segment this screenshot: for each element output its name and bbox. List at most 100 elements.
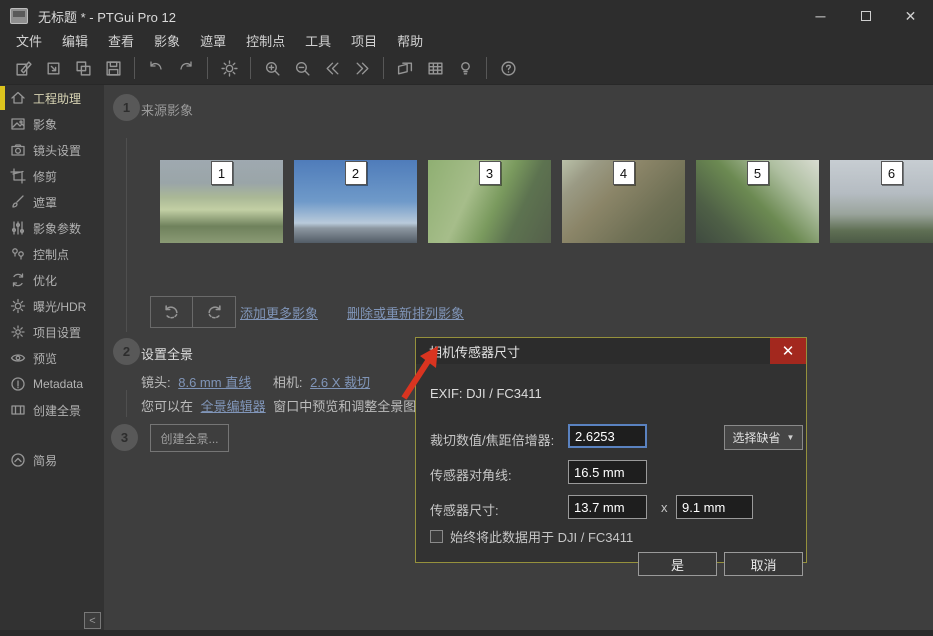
lens-label: 镜头: xyxy=(141,375,171,390)
sidebar-item-mask[interactable]: 遮罩 xyxy=(0,189,104,215)
zoom-in-icon[interactable] xyxy=(257,55,287,81)
detail-viewer-icon[interactable] xyxy=(420,55,450,81)
always-use-checkbox[interactable] xyxy=(430,530,443,543)
settings-icon[interactable] xyxy=(214,55,244,81)
sidebar: 工程助理 影象 镜头设置 修剪 遮罩 影象参数 控制点 优化 曝光/HDR 项目… xyxy=(0,85,104,630)
crop-factor-input[interactable] xyxy=(568,424,647,448)
sidebar-item-project-assistant[interactable]: 工程助理 xyxy=(0,85,104,111)
sidebar-item-simple-mode[interactable]: 简易 xyxy=(0,447,104,473)
menu-control-points[interactable]: 控制点 xyxy=(236,32,295,52)
sidebar-item-image-parameters[interactable]: 影象参数 xyxy=(0,215,104,241)
camera-crop-link[interactable]: 2.6 X 裁切 xyxy=(310,375,370,390)
sidebar-item-preview[interactable]: 预览 xyxy=(0,345,104,371)
sidebar-item-label: 影象 xyxy=(33,116,57,133)
dialog-titlebar[interactable]: 相机传感器尺寸 ✕ xyxy=(416,338,806,364)
lens-link[interactable]: 8.6 mm 直线 xyxy=(178,375,251,390)
sidebar-item-lens-settings[interactable]: 镜头设置 xyxy=(0,137,104,163)
sidebar-item-create-panorama[interactable]: 创建全景 xyxy=(0,397,104,423)
camera-sensor-size-dialog: 相机传感器尺寸 ✕ EXIF: DJI / FC3411 裁切数值/焦距倍增器:… xyxy=(415,337,807,563)
thumbnail-4[interactable]: 4 xyxy=(562,160,685,243)
sensor-height-input[interactable] xyxy=(676,495,753,519)
step-connector xyxy=(126,390,127,417)
menu-help[interactable]: 帮助 xyxy=(387,32,433,52)
thumbnail-number-badge: 4 xyxy=(613,161,635,185)
step3-number: 3 xyxy=(111,424,138,451)
crop-factor-label: 裁切数值/焦距倍增器: xyxy=(430,430,554,449)
sidebar-item-control-points[interactable]: 控制点 xyxy=(0,241,104,267)
open-icon[interactable] xyxy=(38,55,68,81)
red-annotation-arrow xyxy=(396,344,446,404)
step1-number: 1 xyxy=(113,94,140,121)
menubar: 文件 编辑 查看 影象 遮罩 控制点 工具 项目 帮助 xyxy=(0,32,933,52)
rotate-ccw-button[interactable] xyxy=(150,296,193,328)
sidebar-item-label: Metadata xyxy=(33,377,83,391)
yes-button[interactable]: 是 xyxy=(638,552,717,576)
sidebar-item-crop[interactable]: 修剪 xyxy=(0,163,104,189)
sidebar-item-label: 优化 xyxy=(33,272,57,289)
panorama-editor-link[interactable]: 全景编辑器 xyxy=(201,399,266,414)
menu-file[interactable]: 文件 xyxy=(6,32,52,52)
rotate-ccw-icon xyxy=(162,303,181,322)
menu-project[interactable]: 项目 xyxy=(341,32,387,52)
crop-icon xyxy=(10,168,26,184)
step1-title: 来源影象 xyxy=(141,100,193,119)
thumbnail-1[interactable]: 1 xyxy=(160,160,283,243)
previous-icon[interactable] xyxy=(317,55,347,81)
maximize-icon xyxy=(861,11,871,21)
remove-rearrange-images-link[interactable]: 删除或重新排列影象 xyxy=(347,303,464,322)
step-connector xyxy=(126,138,127,332)
new-project-icon[interactable] xyxy=(8,55,38,81)
menu-view[interactable]: 查看 xyxy=(98,32,144,52)
menu-mask[interactable]: 遮罩 xyxy=(190,32,236,52)
next-icon[interactable] xyxy=(347,55,377,81)
thumbnail-number-badge: 1 xyxy=(211,161,233,185)
sensor-diagonal-input[interactable] xyxy=(568,460,647,484)
sidebar-item-exposure-hdr[interactable]: 曝光/HDR xyxy=(0,293,104,319)
select-default-button[interactable]: 选择缺省 ▼ xyxy=(724,425,803,450)
sidebar-item-label: 修剪 xyxy=(33,168,57,185)
toolbar xyxy=(0,52,933,85)
sidebar-item-images[interactable]: 影象 xyxy=(0,111,104,137)
select-default-label: 选择缺省 xyxy=(733,429,781,446)
maximize-button[interactable] xyxy=(843,0,888,32)
sidebar-item-project-settings[interactable]: 项目设置 xyxy=(0,319,104,345)
sidebar-item-label: 影象参数 xyxy=(33,220,81,237)
sidebar-item-label: 曝光/HDR xyxy=(33,298,86,315)
sidebar-collapse-button[interactable]: < xyxy=(84,612,101,629)
rotate-cw-button[interactable] xyxy=(193,296,236,328)
menu-images[interactable]: 影象 xyxy=(144,32,190,52)
thumbnail-3[interactable]: 3 xyxy=(428,160,551,243)
create-panorama-button[interactable]: 创建全景... xyxy=(150,424,229,452)
sidebar-item-label: 遮罩 xyxy=(33,194,57,211)
save-icon[interactable] xyxy=(98,55,128,81)
thumbnail-6[interactable]: 6 xyxy=(830,160,933,243)
redo-icon[interactable] xyxy=(171,55,201,81)
sidebar-item-label: 控制点 xyxy=(33,246,69,263)
sidebar-item-metadata[interactable]: Metadata xyxy=(0,371,104,397)
chevron-up-circle-icon xyxy=(10,452,26,468)
menu-edit[interactable]: 编辑 xyxy=(52,32,98,52)
cancel-button[interactable]: 取消 xyxy=(724,552,803,576)
menu-tools[interactable]: 工具 xyxy=(295,32,341,52)
thumbnail-5[interactable]: 5 xyxy=(696,160,819,243)
undo-icon[interactable] xyxy=(141,55,171,81)
copy-icon[interactable] xyxy=(68,55,98,81)
sidebar-item-label: 创建全景 xyxy=(33,402,81,419)
sidebar-item-optimize[interactable]: 优化 xyxy=(0,267,104,293)
exif-info: EXIF: DJI / FC3411 xyxy=(430,386,542,401)
map-pins-icon xyxy=(10,246,26,262)
thumbnail-number-badge: 2 xyxy=(345,161,367,185)
sensor-width-input[interactable] xyxy=(568,495,647,519)
dialog-close-button[interactable]: ✕ xyxy=(770,338,806,364)
close-button[interactable]: ✕ xyxy=(888,0,933,32)
rotate-cw-icon xyxy=(205,303,224,322)
panorama-editor-icon[interactable] xyxy=(390,55,420,81)
thumbnail-2[interactable]: 2 xyxy=(294,160,417,243)
minimize-button[interactable]: ─ xyxy=(798,0,843,32)
help-icon[interactable] xyxy=(493,55,523,81)
lamp-icon[interactable] xyxy=(450,55,480,81)
add-more-images-link[interactable]: 添加更多影象 xyxy=(240,303,318,322)
zoom-out-icon[interactable] xyxy=(287,55,317,81)
always-use-row: 始终将此数据用于 DJI / FC3411 xyxy=(430,527,633,546)
window-title: 无标题 * - PTGui Pro 12 xyxy=(38,7,176,26)
